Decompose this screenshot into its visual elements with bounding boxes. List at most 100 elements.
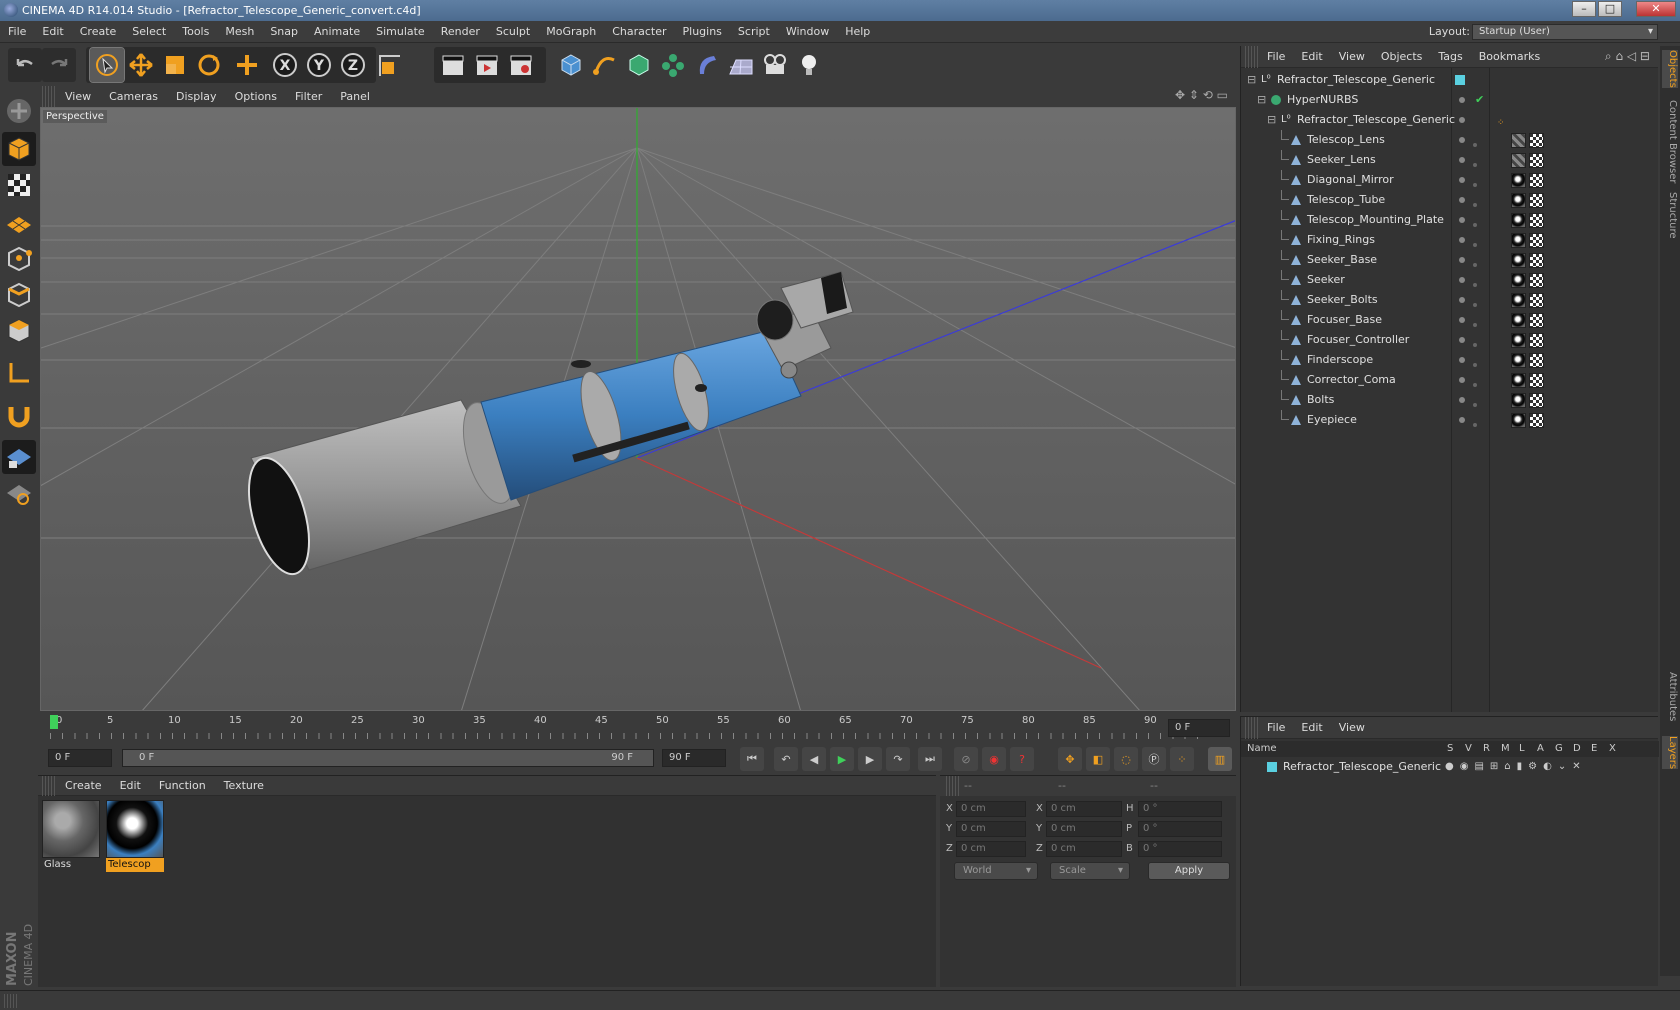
- layer-flag-r[interactable]: R: [1483, 741, 1490, 757]
- menu-file[interactable]: File: [0, 21, 34, 43]
- render-dot[interactable]: [1473, 263, 1477, 267]
- camera-button[interactable]: [758, 48, 792, 82]
- telescop-material-tag-icon[interactable]: [1511, 233, 1526, 248]
- layer-row[interactable]: Refractor_Telescope_Generic ●◉▤⊞⌂▮⚙◐⌄✕: [1241, 757, 1659, 777]
- material-menu-create[interactable]: Create: [56, 776, 111, 796]
- object-row[interactable]: Finderscope: [1241, 350, 1659, 370]
- object-row[interactable]: Eyepiece: [1241, 410, 1659, 430]
- record-keys-button[interactable]: ⊘: [954, 747, 978, 771]
- keyframe-selection-button[interactable]: ?: [1010, 747, 1034, 771]
- material-menu-texture[interactable]: Texture: [215, 776, 273, 796]
- spline-button[interactable]: [588, 48, 622, 82]
- texture-tag-icon[interactable]: [1529, 133, 1544, 148]
- key-scale-button[interactable]: ◧: [1086, 747, 1110, 771]
- coordinate-field[interactable]: 0 °: [1138, 821, 1222, 837]
- object-menu-file[interactable]: File: [1259, 46, 1293, 68]
- next-key-button[interactable]: ↷: [886, 747, 910, 771]
- menu-window[interactable]: Window: [778, 21, 837, 43]
- object-menu-edit[interactable]: Edit: [1293, 46, 1330, 68]
- viewport-menu-options[interactable]: Options: [226, 86, 286, 107]
- tab-attributes[interactable]: Attributes: [1662, 672, 1678, 721]
- layer-flag-a[interactable]: A: [1537, 741, 1544, 757]
- telescop-material-tag-icon[interactable]: [1511, 353, 1526, 368]
- texture-tag-icon[interactable]: [1529, 153, 1544, 168]
- viewport-nav-icons[interactable]: ✥ ⇕ ⟲ ▭: [1175, 88, 1228, 102]
- render-dot[interactable]: [1473, 243, 1477, 247]
- collapse-icon[interactable]: ⊟: [1247, 70, 1256, 90]
- scale-tool-button[interactable]: [158, 48, 192, 82]
- tab-layers[interactable]: Layers: [1662, 736, 1678, 770]
- viewport-scene[interactable]: [41, 108, 1236, 711]
- key-parameter-button[interactable]: Ⓟ: [1142, 747, 1166, 771]
- tab-structure[interactable]: Structure: [1662, 192, 1678, 239]
- render-dot[interactable]: [1473, 283, 1477, 287]
- object-row[interactable]: Telescop_Lens: [1241, 130, 1659, 150]
- material-glass[interactable]: Glass: [42, 800, 100, 872]
- axis-mode-button[interactable]: [2, 356, 36, 390]
- autokey-button[interactable]: ◉: [982, 747, 1006, 771]
- layer-flag-x[interactable]: X: [1609, 741, 1616, 757]
- snap-button[interactable]: [2, 398, 36, 432]
- key-rotation-button[interactable]: ◌: [1114, 747, 1138, 771]
- timeline-window-button[interactable]: ▥: [1208, 747, 1232, 771]
- telescop-material-tag-icon[interactable]: [1511, 393, 1526, 408]
- texture-tag-icon[interactable]: [1529, 333, 1544, 348]
- texture-tag-icon[interactable]: [1529, 393, 1544, 408]
- frame-range-slider[interactable]: 0 F 90 F: [122, 749, 654, 767]
- apply-button[interactable]: Apply: [1148, 862, 1230, 880]
- visibility-dot[interactable]: [1459, 377, 1465, 383]
- layer-flag-e[interactable]: E: [1591, 741, 1597, 757]
- tab-objects[interactable]: Objects: [1662, 50, 1678, 88]
- texture-tag-icon[interactable]: [1529, 253, 1544, 268]
- object-row[interactable]: Focuser_Controller: [1241, 330, 1659, 350]
- menu-sculpt[interactable]: Sculpt: [488, 21, 538, 43]
- object-row[interactable]: Corrector_Coma: [1241, 370, 1659, 390]
- object-menu-objects[interactable]: Objects: [1373, 46, 1431, 68]
- coordinate-field[interactable]: 0 cm: [1046, 841, 1122, 857]
- object-row[interactable]: Telescop_Mounting_Plate: [1241, 210, 1659, 230]
- coordinate-field[interactable]: 0 °: [1138, 841, 1222, 857]
- object-row[interactable]: Seeker: [1241, 270, 1659, 290]
- visibility-dot[interactable]: [1459, 317, 1465, 323]
- render-dot[interactable]: [1473, 323, 1477, 327]
- telescop-material-tag-icon[interactable]: [1511, 213, 1526, 228]
- enabled-check-icon[interactable]: ✔: [1475, 90, 1484, 110]
- collapse-icon[interactable]: ⊟: [1257, 90, 1266, 110]
- world-dropdown[interactable]: World ▾: [954, 862, 1038, 880]
- coordinate-field[interactable]: 0 cm: [1046, 801, 1122, 817]
- object-row-hypernurbs[interactable]: ⊟ HyperNURBS ✔: [1241, 90, 1659, 110]
- menu-mograph[interactable]: MoGraph: [538, 21, 604, 43]
- prev-frame-button[interactable]: ◀: [802, 747, 826, 771]
- visibility-dot[interactable]: [1459, 237, 1465, 243]
- render-dot[interactable]: [1473, 163, 1477, 167]
- menu-help[interactable]: Help: [837, 21, 878, 43]
- layer-flag-s[interactable]: S: [1447, 741, 1453, 757]
- locked-workplane-button[interactable]: [2, 476, 36, 510]
- render-dot[interactable]: [1473, 383, 1477, 387]
- object-row[interactable]: Fixing_Rings: [1241, 230, 1659, 250]
- layout-select[interactable]: Startup (User) ▾: [1472, 24, 1658, 40]
- viewport-menu-cameras[interactable]: Cameras: [100, 86, 167, 107]
- render-dot[interactable]: [1473, 343, 1477, 347]
- render-dot[interactable]: [1473, 403, 1477, 407]
- layer-flag-icons[interactable]: ●◉▤⊞⌂▮⚙◐⌄✕: [1445, 757, 1587, 777]
- recent-tools-button[interactable]: [230, 48, 264, 82]
- texture-tag-icon[interactable]: [1529, 173, 1544, 188]
- texture-tag-icon[interactable]: [1529, 413, 1544, 428]
- coordinate-field[interactable]: 0 cm: [956, 841, 1026, 857]
- close-button[interactable]: ✕: [1636, 1, 1676, 17]
- live-select-button[interactable]: [89, 47, 125, 83]
- object-menu-tags[interactable]: Tags: [1430, 46, 1470, 68]
- y-axis-button[interactable]: Y: [302, 48, 336, 82]
- go-to-start-button[interactable]: ⏮: [740, 747, 764, 771]
- layer-menu-edit[interactable]: Edit: [1293, 717, 1330, 739]
- cube-object-button[interactable]: [554, 48, 588, 82]
- workplane-mode-button[interactable]: [2, 204, 36, 238]
- prev-key-button[interactable]: ↶: [774, 747, 798, 771]
- visibility-dot[interactable]: [1459, 337, 1465, 343]
- render-dot[interactable]: [1473, 203, 1477, 207]
- object-row[interactable]: Seeker_Lens: [1241, 150, 1659, 170]
- glass-material-tag-icon[interactable]: [1511, 133, 1526, 148]
- z-axis-button[interactable]: Z: [336, 48, 370, 82]
- coordinate-field[interactable]: 0 cm: [956, 801, 1026, 817]
